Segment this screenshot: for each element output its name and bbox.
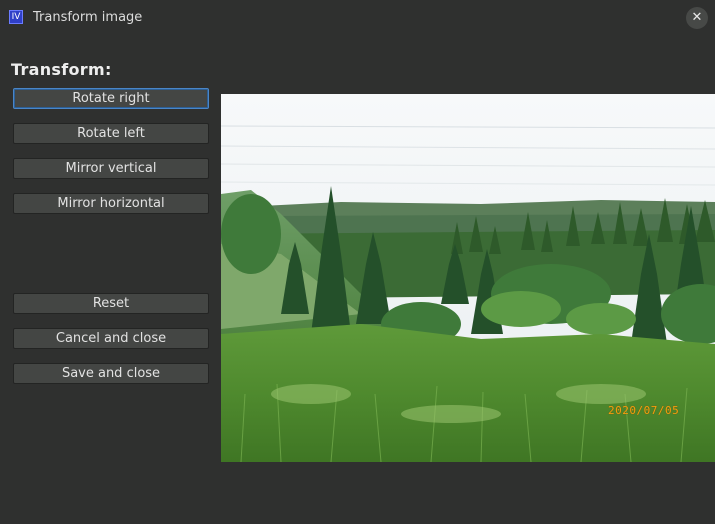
close-button[interactable]: ✕ (686, 7, 708, 29)
title-bar: IV Transform image ✕ (0, 0, 715, 36)
transform-heading: Transform: (11, 60, 112, 79)
rotate-left-button[interactable]: Rotate left (13, 123, 209, 144)
date-stamp: 2020/07/05 (608, 404, 680, 417)
app-icon: IV (9, 10, 23, 24)
rotate-right-button[interactable]: Rotate right (13, 88, 209, 109)
reset-button[interactable]: Reset (13, 293, 209, 314)
image-preview: 2020/07/05 (221, 94, 715, 462)
mirror-vertical-button[interactable]: Mirror vertical (13, 158, 209, 179)
close-icon: ✕ (691, 10, 703, 25)
save-and-close-button[interactable]: Save and close (13, 363, 209, 384)
window-title: Transform image (33, 10, 143, 25)
cancel-and-close-button[interactable]: Cancel and close (13, 328, 209, 349)
mirror-horizontal-button[interactable]: Mirror horizontal (13, 193, 209, 214)
transform-image-window: IV Transform image ✕ Transform: Rotate r… (0, 0, 715, 524)
